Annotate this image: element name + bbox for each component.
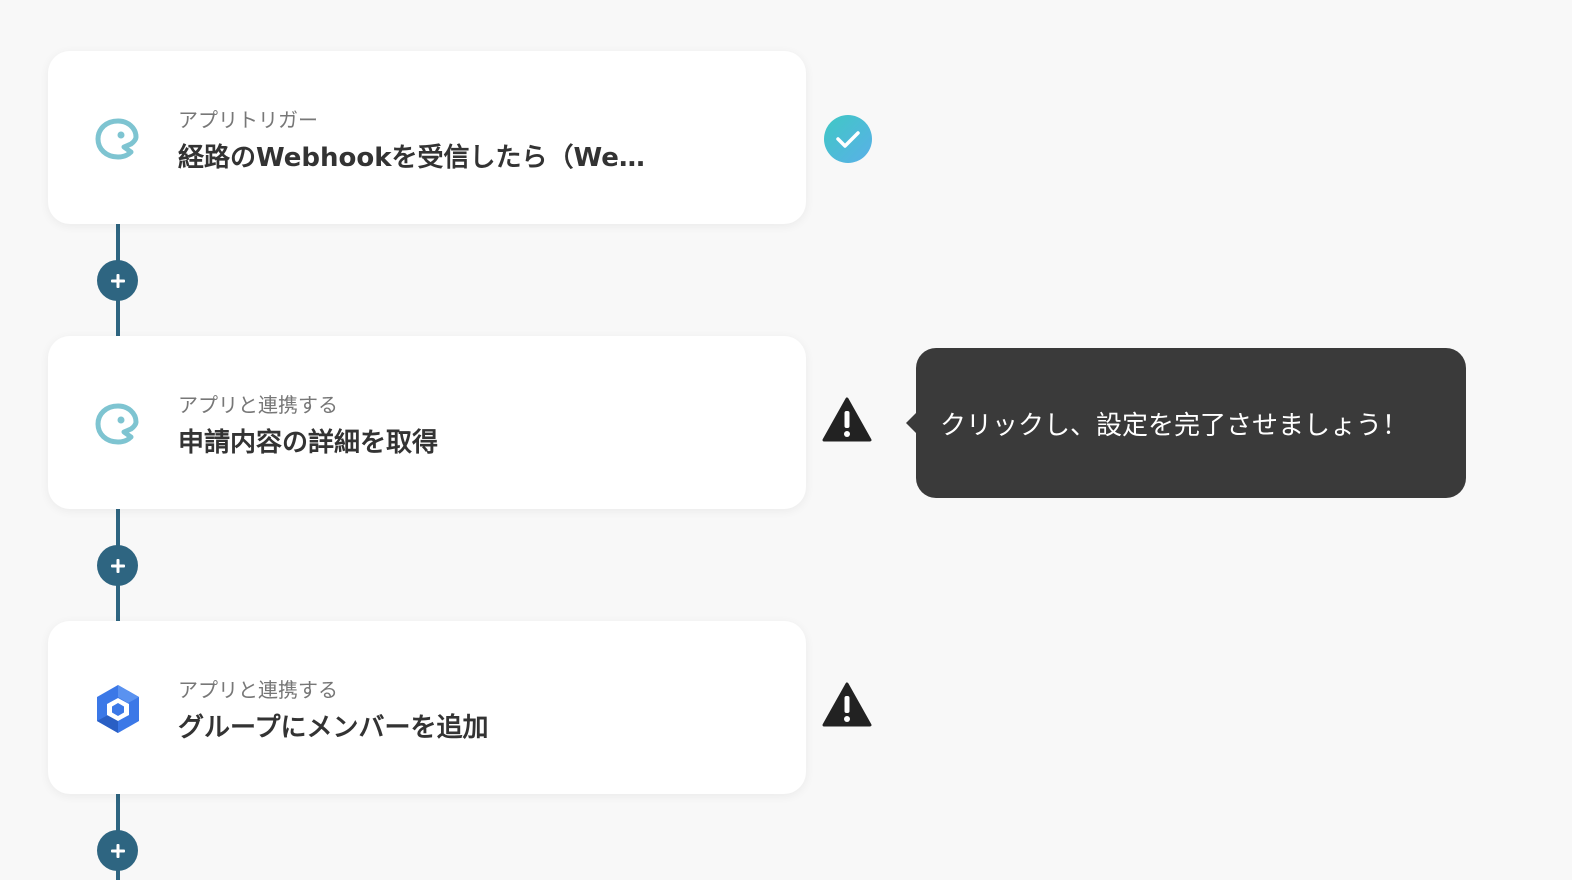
step-card-action[interactable]: アプリと連携する 申請内容の詳細を取得 (48, 336, 806, 509)
plus-icon (110, 558, 125, 573)
plus-icon (110, 273, 125, 288)
plus-icon (110, 843, 125, 858)
warning-icon (822, 396, 872, 446)
warning-icon (822, 681, 872, 731)
step-card-action[interactable]: アプリと連携する グループにメンバーを追加 (48, 621, 806, 794)
add-step-button[interactable] (97, 830, 138, 871)
webhook-bird-icon (88, 109, 148, 169)
webhook-bird-icon (88, 394, 148, 454)
step-card-trigger[interactable]: アプリトリガー 経路のWebhookを受信したら（We… (48, 51, 806, 224)
add-step-button[interactable] (97, 260, 138, 301)
tooltip-text: クリックし、設定を完了させましょう！ (940, 410, 1409, 441)
step-type-label: アプリと連携する (178, 678, 338, 702)
step-type-label: アプリと連携する (178, 393, 338, 417)
tooltip: クリックし、設定を完了させましょう！ (906, 348, 1466, 498)
google-workspace-icon (88, 679, 148, 739)
step-title: グループにメンバーを追加 (178, 713, 489, 743)
step-title: 経路のWebhookを受信したら（We… (178, 143, 645, 173)
step-title: 申請内容の詳細を取得 (178, 428, 439, 458)
status-complete-icon (823, 114, 873, 164)
add-step-button[interactable] (97, 545, 138, 586)
step-type-label: アプリトリガー (178, 108, 318, 132)
